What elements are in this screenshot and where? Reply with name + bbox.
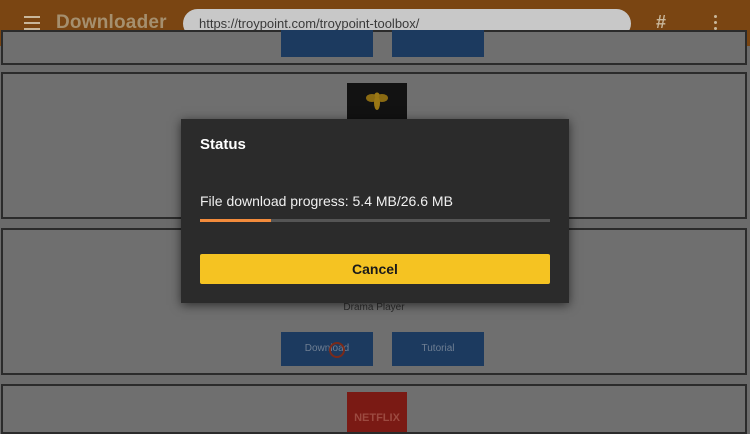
bee-logo-icon [347,83,407,121]
cancel-button[interactable]: Cancel [200,254,550,284]
netflix-logo: NETFLIX [347,392,407,432]
dialog-title: Status [200,136,246,153]
list-item [1,30,747,65]
progress-text: File download progress: 5.4 MB/26.6 MB [200,193,453,209]
cursor-ring-icon [329,342,345,358]
tutorial-button[interactable] [392,30,484,57]
download-button[interactable]: Download [281,332,373,366]
app-name: Drama Player [343,302,405,313]
tutorial-button[interactable]: Tutorial [392,332,484,366]
list-item: NETFLIX [1,384,747,434]
progress-bar [200,219,550,222]
download-button[interactable] [281,30,373,57]
hamburger-menu-icon[interactable] [24,16,40,30]
status-dialog: Status File download progress: 5.4 MB/26… [181,119,569,303]
progress-bar-fill [200,219,272,222]
